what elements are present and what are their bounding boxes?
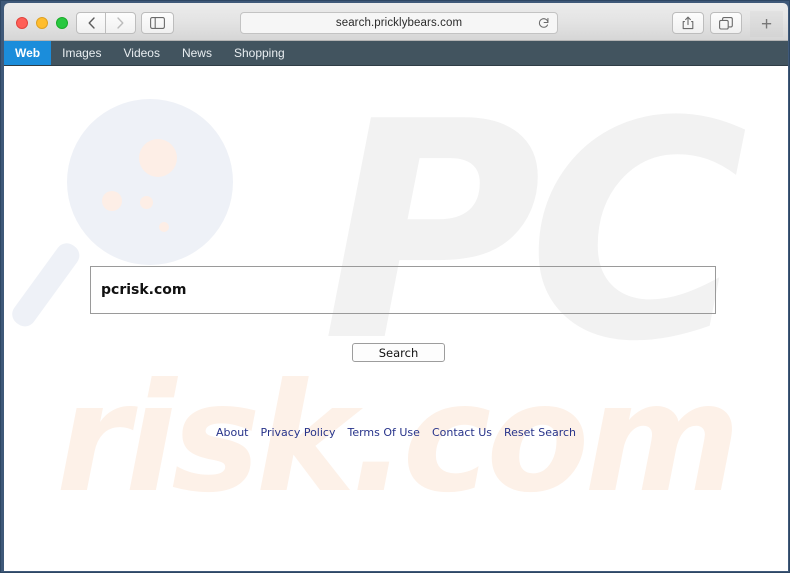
nav-tab-videos[interactable]: Videos (112, 41, 170, 65)
footer-link-privacy-policy[interactable]: Privacy Policy (261, 426, 336, 439)
magnifier-lens-icon (67, 99, 233, 265)
watermark-dot (139, 139, 177, 177)
page-content: PC risk.com pcrisk.com Search About Priv… (4, 66, 788, 571)
watermark-domain-text: risk.com (56, 352, 741, 526)
search-input[interactable]: pcrisk.com (90, 266, 716, 314)
maximize-window-icon[interactable] (56, 17, 68, 29)
sidebar-icon (150, 17, 165, 29)
tab-overview-button[interactable] (710, 12, 742, 34)
new-tab-button[interactable]: + (750, 11, 783, 37)
navigation-buttons (76, 12, 136, 34)
watermark-dot (140, 196, 153, 209)
nav-tab-web-label: Web (15, 46, 41, 60)
sidebar-toggle-button[interactable] (141, 12, 174, 34)
close-window-icon[interactable] (16, 17, 28, 29)
nav-tab-images-label: Images (62, 46, 102, 60)
watermark-dot (159, 222, 169, 232)
back-button[interactable] (76, 12, 106, 34)
nav-tab-news[interactable]: News (171, 41, 223, 65)
watermark-logo-text: PC (322, 66, 748, 407)
nav-tab-videos-label: Videos (123, 46, 160, 60)
footer-links: About Privacy Policy Terms Of Use Contac… (4, 426, 788, 439)
reload-icon[interactable] (538, 17, 550, 29)
nav-tab-news-label: News (181, 46, 212, 60)
toolbar-right-buttons (672, 12, 742, 34)
url-text: search.pricklybears.com (335, 17, 463, 29)
footer-link-reset-search[interactable]: Reset Search (504, 426, 576, 439)
browser-toolbar: search.pricklybears.com + (4, 3, 788, 41)
copy-tabs-icon (719, 16, 733, 30)
nav-tab-images[interactable]: Images (51, 41, 112, 65)
nav-tab-shopping[interactable]: Shopping (223, 41, 296, 65)
browser-window: search.pricklybears.com + Web Images Vid… (0, 0, 790, 573)
share-button[interactable] (672, 12, 704, 34)
footer-link-contact-us[interactable]: Contact Us (432, 426, 492, 439)
watermark-dot (102, 191, 122, 211)
footer-link-about[interactable]: About (216, 426, 249, 439)
search-button[interactable]: Search (352, 343, 445, 362)
minimize-window-icon[interactable] (36, 17, 48, 29)
share-icon (682, 16, 694, 30)
chevron-right-icon (117, 17, 124, 29)
nav-tab-web[interactable]: Web (4, 41, 52, 65)
address-bar[interactable]: search.pricklybears.com (240, 12, 558, 34)
site-navigation-bar: Web Images Videos News Shopping (4, 41, 788, 66)
nav-tab-shopping-label: Shopping (233, 46, 285, 60)
footer-link-terms-of-use[interactable]: Terms Of Use (347, 426, 419, 439)
pcrisk-watermark: PC risk.com (4, 66, 788, 571)
magnifier-handle-icon (7, 238, 84, 331)
chevron-left-icon (88, 17, 95, 29)
search-input-value: pcrisk.com (101, 282, 187, 298)
forward-button[interactable] (106, 12, 136, 34)
window-controls (16, 17, 68, 29)
